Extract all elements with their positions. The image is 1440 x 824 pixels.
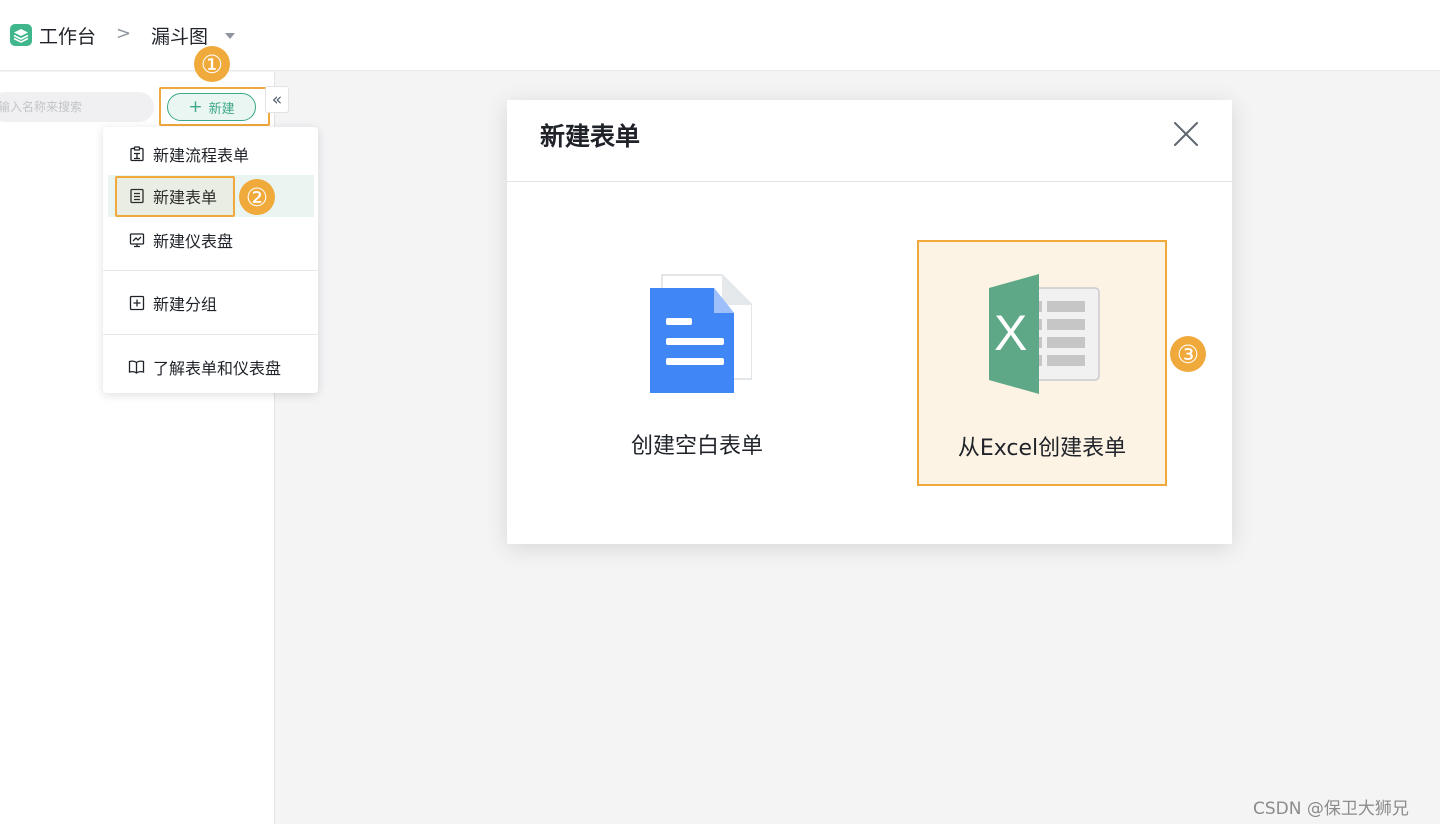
menu-item-new-group[interactable]: 新建分组: [103, 282, 318, 324]
collapse-sidebar-button[interactable]: «: [265, 86, 289, 113]
excel-letter: X: [994, 305, 1028, 361]
workspace-logo-icon[interactable]: [10, 24, 32, 46]
menu-item-label: 新建分组: [153, 295, 218, 314]
new-form-modal: 新建表单 创建空白表单 X 从Excel创建表单: [507, 100, 1232, 544]
flow-form-icon: [128, 146, 145, 163]
book-icon: [128, 359, 145, 376]
dashboard-icon: [128, 232, 145, 249]
breadcrumb-separator-icon: >: [116, 23, 132, 44]
breadcrumb-current[interactable]: 漏斗图: [151, 22, 208, 49]
document-icon: [642, 273, 753, 393]
breadcrumb-home[interactable]: 工作台: [39, 22, 96, 49]
add-group-icon: [128, 295, 145, 312]
new-button[interactable]: + 新建: [167, 93, 256, 121]
modal-title: 新建表单: [540, 122, 641, 151]
step-badge-3: ③: [1170, 336, 1206, 372]
menu-item-learn-forms-dashboards[interactable]: 了解表单和仪表盘: [103, 346, 318, 388]
caret-down-icon[interactable]: [225, 33, 235, 39]
plus-icon: +: [188, 96, 203, 117]
step-badge-2: ②: [239, 179, 275, 215]
excel-icon: X: [987, 274, 1102, 394]
option-label: 从Excel创建表单: [957, 436, 1127, 461]
new-button-label: 新建: [208, 101, 235, 117]
modal-header: 新建表单: [507, 100, 1232, 182]
watermark: CSDN @保卫大狮兄: [1253, 799, 1409, 819]
option-label: 创建空白表单: [630, 434, 763, 459]
menu-item-label: 新建仪表盘: [153, 232, 234, 251]
menu-divider: [103, 270, 318, 271]
step-2-highlight: [115, 176, 235, 217]
menu-item-label: 了解表单和仪表盘: [153, 359, 282, 378]
step-badge-1: ①: [194, 46, 230, 82]
menu-divider: [103, 334, 318, 335]
menu-item-label: 新建流程表单: [153, 146, 250, 165]
create-blank-form-option[interactable]: 创建空白表单: [592, 265, 802, 475]
create-from-excel-option[interactable]: X 从Excel创建表单: [917, 240, 1167, 486]
menu-item-new-flow-form[interactable]: 新建流程表单: [103, 133, 318, 175]
double-chevron-left-icon: «: [271, 89, 283, 110]
new-dropdown-menu: 新建流程表单 新建表单 新建仪表盘 新建分组 了解表单和仪表盘: [103, 127, 318, 393]
menu-item-new-dashboard[interactable]: 新建仪表盘: [103, 219, 318, 261]
close-icon[interactable]: [1170, 118, 1202, 150]
search-input[interactable]: [0, 92, 154, 122]
